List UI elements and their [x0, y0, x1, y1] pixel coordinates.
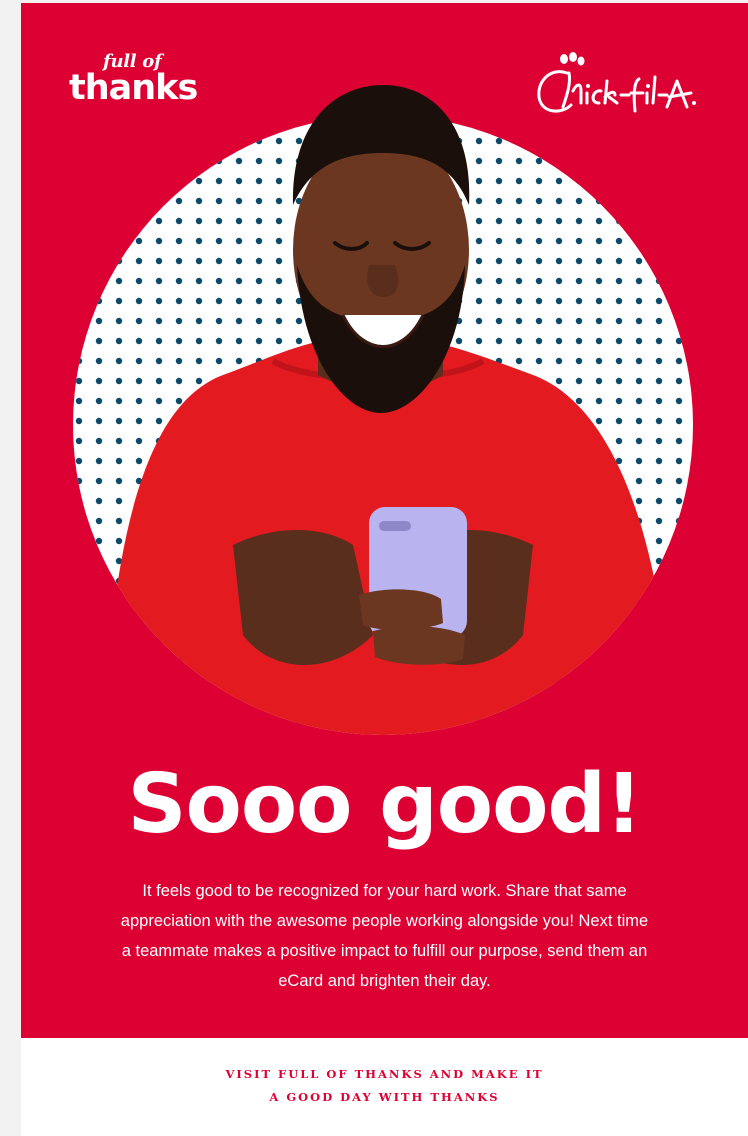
footer-section: VISIT FULL OF THANKS AND MAKE IT A GOOD …	[21, 1038, 748, 1136]
email-card: full of thanks Sooo good! It feels good …	[21, 3, 748, 1136]
visit-full-of-thanks-link[interactable]: VISIT FULL OF THANKS AND MAKE IT A GOOD …	[21, 1063, 748, 1109]
headline: Sooo good!	[127, 757, 642, 852]
cta-line-1: VISIT FULL OF THANKS AND MAKE IT	[225, 1067, 544, 1081]
cta-line-2: A GOOD DAY WITH THANKS	[269, 1090, 500, 1104]
hero-section: full of thanks Sooo good! It feels good …	[21, 3, 748, 1038]
email-background: full of thanks Sooo good! It feels good …	[0, 0, 748, 1136]
person-with-phone-image	[73, 85, 693, 735]
body-text: It feels good to be recognized for your …	[120, 882, 649, 990]
